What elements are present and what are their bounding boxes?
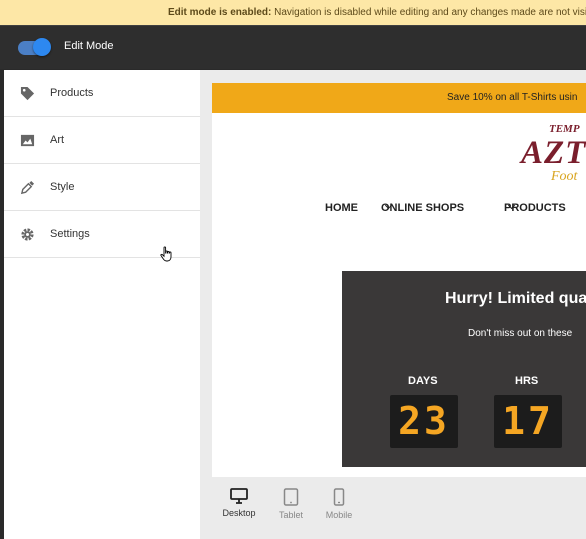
store-logo: TEMP AZTE Foot [517, 121, 586, 191]
tag-icon [20, 86, 35, 101]
nav-label: ONLINE SHOPS [381, 202, 465, 214]
promo-banner: Save 10% on all T-Shirts usin [212, 83, 586, 113]
sidebar-item-art[interactable]: Art [4, 117, 200, 164]
notice-bold: Edit mode is enabled: [168, 7, 272, 18]
notice-text: Navigation is disabled while editing and… [271, 7, 586, 18]
top-bar: Edit Mode [0, 25, 586, 69]
desktop-icon [230, 488, 248, 504]
device-mobile-button[interactable]: Mobile [314, 488, 364, 528]
hand-cursor-icon [160, 246, 172, 262]
device-label: Mobile [325, 510, 353, 520]
device-label: Desktop [222, 508, 256, 518]
gear-icon [21, 228, 34, 241]
store-preview[interactable]: Save 10% on all T-Shirts usin TEMP AZTE … [212, 83, 586, 477]
store-nav: HOME ONLINE SHOPS PRODUCTS [212, 201, 586, 218]
days-label: DAYS [408, 375, 438, 387]
nav-online-shops[interactable]: ONLINE SHOPS [381, 201, 464, 214]
preview-canvas: Save 10% on all T-Shirts usin TEMP AZTE … [200, 70, 586, 539]
sidebar: Products Art Style Settings [4, 70, 200, 539]
device-tablet-button[interactable]: Tablet [266, 488, 316, 528]
countdown-title: Hurry! Limited qua [445, 290, 586, 307]
device-desktop-button[interactable]: Desktop [214, 488, 264, 528]
toggle-knob [33, 38, 51, 56]
device-label: Tablet [278, 510, 304, 520]
logo-line1: TEMP [549, 123, 580, 135]
nav-label: HOME [325, 202, 358, 214]
logo-line2: AZTE [521, 135, 586, 171]
logo-line3: Foot [551, 169, 578, 184]
edit-mode-toggle[interactable] [18, 38, 51, 56]
sidebar-item-label: Settings [50, 228, 90, 240]
days-value: 23 [390, 395, 458, 448]
sidebar-item-label: Style [50, 181, 75, 193]
hours-label: HRS [515, 375, 539, 387]
eyedropper-icon [20, 180, 35, 195]
tablet-icon [283, 488, 299, 506]
sidebar-item-products[interactable]: Products [4, 70, 200, 117]
countdown-subtitle: Don't miss out on these [468, 328, 573, 339]
mobile-icon [333, 488, 345, 506]
hours-value: 17 [494, 395, 562, 448]
sidebar-item-style[interactable]: Style [4, 164, 200, 211]
edit-mode-notice: Edit mode is enabled: Navigation is disa… [0, 0, 586, 25]
image-icon [20, 134, 35, 147]
device-switcher: Desktop Tablet Mobile [214, 488, 374, 528]
countdown-block: Hurry! Limited qua Don't miss out on the… [342, 271, 586, 467]
sidebar-item-label: Art [50, 134, 65, 146]
sidebar-item-label: Products [50, 87, 94, 99]
nav-products[interactable]: PRODUCTS [504, 201, 566, 214]
edit-mode-label: Edit Mode [64, 40, 114, 52]
